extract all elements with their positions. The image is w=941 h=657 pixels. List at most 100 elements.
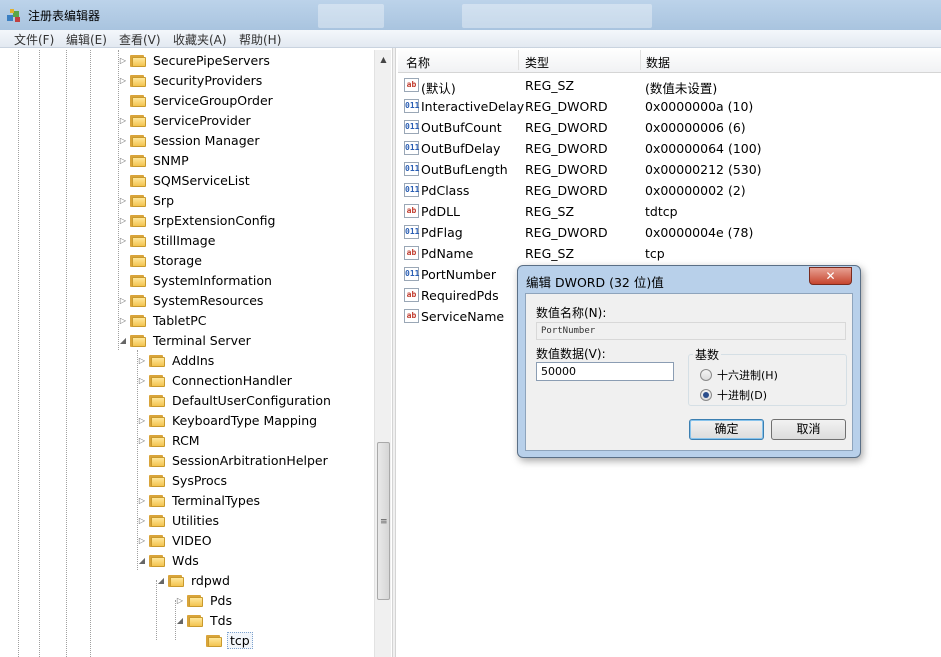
tree-node[interactable]: ▷ StillImage: [118, 230, 217, 250]
expander-icon[interactable]: ▷: [118, 136, 128, 145]
expander-icon[interactable]: ◢: [175, 616, 185, 625]
tree-node[interactable]: DefaultUserConfiguration: [137, 390, 333, 410]
menu-edit[interactable]: 编辑(E): [66, 31, 107, 48]
expander-icon[interactable]: ▷: [137, 356, 147, 365]
value-row[interactable]: ab (默认) REG_SZ (数值未设置): [398, 75, 941, 96]
tree-node[interactable]: ▷ SecurePipeServers: [118, 50, 272, 70]
tree-node[interactable]: SessionArbitrationHelper: [137, 450, 330, 470]
tree-node[interactable]: ▷ Utilities: [137, 510, 221, 530]
expander-icon[interactable]: ▷: [118, 196, 128, 205]
scroll-up-arrow-icon[interactable]: ▲: [375, 52, 392, 68]
tree-guide: [90, 50, 91, 657]
tree-node-label: Wds: [172, 552, 199, 568]
menu-favorites[interactable]: 收藏夹(A): [173, 31, 227, 48]
value-type: REG_DWORD: [525, 99, 608, 114]
expander-icon[interactable]: ◢: [156, 576, 166, 585]
dword-value-icon: 011: [404, 183, 419, 197]
tree-node[interactable]: ◢ Tds: [175, 610, 234, 630]
menu-help[interactable]: 帮助(H): [239, 31, 281, 48]
close-button[interactable]: ✕: [809, 267, 852, 285]
tree-node[interactable]: ▷ Srp: [118, 190, 176, 210]
expander-icon[interactable]: ▷: [175, 596, 185, 605]
tree-node[interactable]: SystemInformation: [118, 270, 274, 290]
folder-icon: [149, 473, 165, 487]
expander-icon[interactable]: ▷: [118, 56, 128, 65]
tree-node-label: SysProcs: [172, 472, 228, 488]
tree-node-label: Storage: [153, 252, 202, 268]
tree-node[interactable]: ▷ SystemResources: [118, 290, 265, 310]
decimal-radio[interactable]: [700, 389, 712, 401]
expander-icon[interactable]: ▷: [137, 416, 147, 425]
tree-node[interactable]: ▷ TerminalTypes: [137, 490, 262, 510]
expander-icon[interactable]: ◢: [118, 336, 128, 345]
tree-node[interactable]: ◢ Terminal Server: [118, 330, 253, 350]
tree-node[interactable]: ▷ Session Manager: [118, 130, 261, 150]
folder-icon: [130, 313, 146, 327]
tree-scrollbar[interactable]: ▲ ≡: [374, 50, 391, 657]
tree-node[interactable]: ▷ RCM: [137, 430, 202, 450]
column-separator[interactable]: [518, 50, 519, 70]
tree-node[interactable]: ▷ SecurityProviders: [118, 70, 264, 90]
value-row[interactable]: ab PdName REG_SZ tcp: [398, 243, 941, 264]
ok-button[interactable]: 确定: [689, 419, 764, 440]
tree-node[interactable]: ▷ TabletPC: [118, 310, 209, 330]
expander-icon[interactable]: ▷: [137, 516, 147, 525]
menu-file[interactable]: 文件(F): [14, 31, 54, 48]
folder-icon: [149, 513, 165, 527]
value-data-input[interactable]: 50000: [536, 362, 674, 381]
expander-icon[interactable]: ▷: [118, 156, 128, 165]
column-name[interactable]: 名称: [406, 54, 430, 71]
decimal-radio-option[interactable]: 十进制(D): [700, 387, 767, 403]
hex-radio[interactable]: [700, 369, 712, 381]
tree-node[interactable]: ▷ Pds: [175, 590, 234, 610]
value-row[interactable]: 011 PdClass REG_DWORD 0x00000002 (2): [398, 180, 941, 201]
expander-icon[interactable]: ◢: [137, 556, 147, 565]
value-row[interactable]: 011 OutBufDelay REG_DWORD 0x00000064 (100): [398, 138, 941, 159]
tree-node[interactable]: Storage: [118, 250, 204, 270]
column-data[interactable]: 数据: [646, 54, 670, 71]
tree-node[interactable]: ▷ ConnectionHandler: [137, 370, 294, 390]
expander-icon[interactable]: ▷: [137, 536, 147, 545]
folder-icon: [130, 193, 146, 207]
tree-node[interactable]: ▷ SNMP: [118, 150, 191, 170]
tree-node[interactable]: ▷ ServiceProvider: [118, 110, 253, 130]
value-row[interactable]: 011 PdFlag REG_DWORD 0x0000004e (78): [398, 222, 941, 243]
value-row[interactable]: 011 OutBufCount REG_DWORD 0x00000006 (6): [398, 117, 941, 138]
pane-splitter[interactable]: [392, 48, 396, 657]
tree-node[interactable]: SQMServiceList: [118, 170, 252, 190]
expander-icon[interactable]: ▷: [118, 76, 128, 85]
tree-node-label: TabletPC: [153, 312, 207, 328]
value-name: RequiredPds: [421, 288, 499, 303]
tree-node[interactable]: SysProcs: [137, 470, 229, 490]
tree-node[interactable]: ▷ AddIns: [137, 350, 216, 370]
expander-icon[interactable]: ▷: [118, 236, 128, 245]
expander-icon[interactable]: ▷: [137, 436, 147, 445]
tree-node[interactable]: ▷ SrpExtensionConfig: [118, 210, 277, 230]
expander-icon[interactable]: ▷: [118, 216, 128, 225]
tree-node[interactable]: ▷ VIDEO: [137, 530, 214, 550]
folder-icon: [130, 273, 146, 287]
scroll-thumb[interactable]: ≡: [377, 442, 390, 600]
tree-node-label: DefaultUserConfiguration: [172, 392, 331, 408]
expander-icon[interactable]: ▷: [137, 496, 147, 505]
value-row[interactable]: 011 OutBufLength REG_DWORD 0x00000212 (530): [398, 159, 941, 180]
expander-icon[interactable]: ▷: [118, 296, 128, 305]
folder-icon: [149, 433, 165, 447]
tree-node[interactable]: ◢ Wds: [137, 550, 201, 570]
value-row[interactable]: ab PdDLL REG_SZ tdtcp: [398, 201, 941, 222]
tree-node[interactable]: ▷ KeyboardType Mapping: [137, 410, 319, 430]
menu-view[interactable]: 查看(V): [119, 31, 161, 48]
hex-radio-option[interactable]: 十六进制(H): [700, 367, 778, 383]
folder-icon: [130, 153, 146, 167]
expander-icon[interactable]: ▷: [118, 116, 128, 125]
folder-icon: [130, 113, 146, 127]
expander-icon[interactable]: ▷: [137, 376, 147, 385]
value-row[interactable]: 011 InteractiveDelay REG_DWORD 0x0000000a (…: [398, 96, 941, 117]
expander-icon[interactable]: ▷: [118, 316, 128, 325]
tree-node[interactable]: ServiceGroupOrder: [118, 90, 275, 110]
column-type[interactable]: 类型: [525, 54, 549, 71]
tree-node[interactable]: tcp: [194, 630, 253, 650]
tree-node[interactable]: ◢ rdpwd: [156, 570, 232, 590]
cancel-button[interactable]: 取消: [771, 419, 846, 440]
column-separator[interactable]: [640, 50, 641, 70]
